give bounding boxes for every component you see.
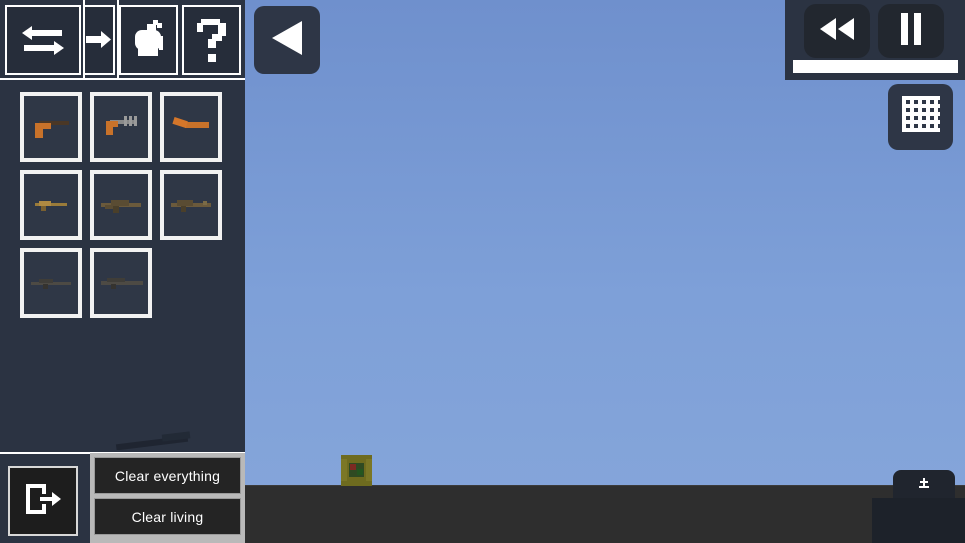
weapon-grid-row (20, 248, 230, 318)
tab-transfer[interactable] (5, 5, 81, 75)
playback-panel (785, 0, 965, 80)
tab-spawn[interactable] (85, 5, 115, 75)
left-sidebar: Clear everything Clear living (0, 0, 245, 543)
weapon-slot-marksman-rifle[interactable] (90, 248, 152, 318)
clear-actions-panel: Clear everything Clear living (90, 453, 245, 543)
sidebar-tabbar (0, 0, 245, 80)
tab-grenade[interactable] (119, 5, 178, 75)
weapon-slot-assault-rifle[interactable] (90, 170, 152, 240)
weapon-slot-pistol[interactable] (20, 92, 82, 162)
weapon-slot-machine-pistol[interactable] (90, 92, 152, 162)
selected-weapon-preview (112, 428, 202, 451)
clear-living-button[interactable]: Clear living (94, 498, 241, 535)
grenade-icon (129, 18, 169, 62)
question-mark-icon (195, 17, 229, 63)
tab-help[interactable] (182, 5, 241, 75)
grid-icon (901, 95, 941, 140)
grid-toggle-button[interactable] (888, 84, 953, 150)
timeline-scrubber[interactable] (793, 60, 958, 73)
bottom-tray-tab[interactable] (893, 470, 955, 500)
entity-right-edge (366, 459, 372, 481)
entity-marker-red (350, 464, 356, 470)
triangle-left-icon (270, 19, 304, 62)
game-screen: Clear everything Clear living (0, 0, 965, 543)
exit-door-icon (22, 478, 64, 525)
arrow-right-icon (86, 29, 112, 51)
entity-marker-green (357, 469, 363, 475)
rewind-button[interactable] (804, 4, 870, 58)
spawned-entity[interactable] (341, 455, 372, 486)
bottom-tray-panel[interactable] (872, 498, 965, 543)
weapon-slot-sniper-rifle[interactable] (20, 248, 82, 318)
back-button[interactable] (254, 6, 320, 74)
weapon-grid-row (20, 170, 230, 240)
weapon-slot-sawed-off[interactable] (160, 92, 222, 162)
tabbar-underline (0, 78, 245, 80)
exit-button[interactable] (8, 466, 78, 536)
weapon-grid (20, 92, 230, 326)
entity-left-edge (341, 459, 347, 481)
pause-button[interactable] (878, 4, 944, 58)
rewind-icon (817, 16, 857, 47)
pause-icon (898, 12, 924, 51)
weapon-slot-carbine[interactable] (160, 170, 222, 240)
weapon-grid-row (20, 92, 230, 162)
clear-everything-button[interactable]: Clear everything (94, 457, 241, 494)
timeline-progress-fill (793, 60, 958, 73)
swap-arrows-icon (20, 20, 66, 60)
weapon-slot-smg[interactable] (20, 170, 82, 240)
anchor-icon (918, 476, 930, 495)
